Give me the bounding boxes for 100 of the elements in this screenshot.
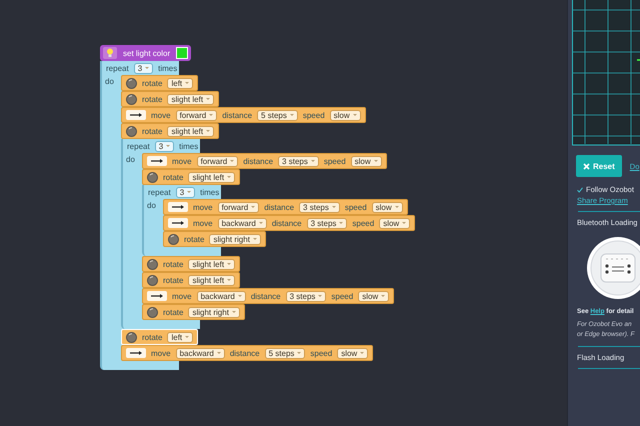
dropdown[interactable]: 5 steps [264, 348, 306, 358]
block-label: move [151, 348, 171, 358]
caret-icon [381, 295, 386, 297]
dropdown[interactable]: slight right [188, 306, 240, 318]
caret-icon [352, 114, 357, 116]
move-block[interactable]: move forward distance 3 steps speed slow [142, 153, 387, 169]
ball-icon [147, 274, 158, 286]
dropdown[interactable]: slow [330, 110, 361, 120]
dropdown[interactable]: 3 [154, 140, 174, 152]
rotate-block[interactable]: rotate left [121, 75, 198, 91]
block-label: speed [331, 292, 354, 300]
caret-icon [227, 176, 232, 178]
dropdown[interactable]: 3 steps [299, 202, 340, 212]
block-label: rotate [163, 276, 184, 284]
dropdown[interactable]: backward [196, 290, 246, 302]
caret-icon [185, 336, 190, 338]
dropdown[interactable]: 5 steps [257, 110, 298, 120]
block-label: rotate [142, 94, 162, 104]
dropdown[interactable]: slight left [188, 258, 236, 270]
dropdown[interactable]: forward [218, 202, 260, 212]
dropdown[interactable]: slight left [188, 172, 236, 182]
dropdown[interactable]: slow [372, 202, 403, 212]
repeat-block[interactable]: repeat 3 times do move forward distance 3 steps speed slow move backward distance 3 steps speed slow rotate slight right [142, 185, 416, 256]
robot-drawing [586, 236, 640, 300]
rotate-block[interactable]: rotate slight left [142, 256, 240, 272]
dropdown[interactable]: slight right [209, 234, 261, 244]
move-block[interactable]: move backward distance 3 steps speed slow [163, 215, 416, 231]
checkmark-icon[interactable] [577, 186, 583, 192]
rotate-block[interactable]: rotate left [121, 329, 198, 345]
block-label: move [151, 110, 171, 120]
dropdown[interactable]: 3 steps [306, 218, 348, 228]
ball-icon [147, 172, 158, 182]
rotate-block[interactable]: rotate slight left [121, 91, 220, 107]
move-block[interactable]: move backward distance 3 steps speed slow [142, 288, 394, 304]
rotate-block[interactable]: rotate slight left [142, 272, 240, 288]
block-label: set light color [123, 48, 170, 58]
block-label: speed [310, 348, 332, 358]
caret-icon [310, 160, 315, 162]
dropdown[interactable]: 3 [176, 186, 196, 198]
move-block[interactable]: move forward distance 5 steps speed slow [121, 107, 366, 123]
dropdown[interactable]: slight left [167, 126, 214, 136]
block-label: repeat [148, 188, 171, 196]
caret-icon [252, 238, 257, 240]
caret-icon [206, 130, 210, 132]
block-label: distance [264, 202, 294, 212]
ball-icon [126, 78, 137, 88]
dropdown[interactable]: slow [358, 290, 390, 302]
dropdown[interactable]: slight left [167, 94, 214, 104]
block-label: times [179, 142, 198, 150]
color-swatch[interactable] [176, 47, 188, 59]
block-label: repeat [127, 142, 150, 150]
caret-icon [238, 295, 242, 297]
dropdown[interactable]: 3 [134, 62, 154, 74]
set-light-color-block[interactable]: set light color [100, 45, 192, 61]
ball-icon [126, 332, 137, 342]
caret-icon [209, 114, 214, 116]
ball-icon [147, 258, 158, 270]
caret-icon [394, 206, 399, 208]
caret-icon [339, 222, 344, 224]
dropdown[interactable]: slow [337, 348, 368, 358]
block-label: rotate [142, 332, 162, 342]
block-label: repeat [106, 64, 129, 72]
block-label: rotate [163, 308, 184, 316]
block-label: do [126, 155, 135, 164]
block-label: do [147, 201, 156, 210]
block-label: speed [344, 202, 367, 212]
block-label: speed [352, 218, 374, 228]
dropdown[interactable]: left [167, 332, 194, 342]
block-label: times [200, 188, 220, 196]
ball-icon [126, 94, 137, 104]
dropdown[interactable]: slight left [188, 274, 236, 286]
dropdown[interactable]: forward [176, 110, 218, 120]
dropdown[interactable]: slow [350, 156, 382, 166]
caret-icon [374, 160, 378, 162]
dropdown[interactable]: slow [379, 218, 410, 228]
dropdown[interactable]: backward [218, 218, 267, 228]
caret-icon [258, 222, 263, 224]
caret-icon [216, 352, 221, 354]
dropdown[interactable]: 3 steps [286, 290, 326, 302]
block-label: rotate [163, 172, 184, 182]
lightbulb-icon [103, 47, 117, 59]
block-label: do [105, 77, 114, 86]
close-icon [583, 162, 590, 170]
rotate-block[interactable]: rotate slight left [142, 169, 240, 185]
block-label: move [172, 292, 192, 300]
caret-icon [402, 222, 406, 224]
caret-icon [232, 311, 236, 313]
dropdown[interactable]: left [167, 78, 194, 88]
dropdown[interactable]: 3 steps [278, 156, 319, 166]
caret-icon [251, 206, 256, 208]
rotate-block[interactable]: rotate slight right [163, 231, 266, 247]
caret-icon [206, 98, 210, 100]
caret-icon [318, 295, 322, 297]
block-label: distance [243, 156, 274, 166]
dropdown[interactable]: backward [176, 348, 225, 358]
move-block[interactable]: move forward distance 3 steps speed slow [163, 199, 408, 215]
rotate-block[interactable]: rotate slight right [142, 304, 245, 320]
move-block[interactable]: move backward distance 5 steps speed slow [121, 345, 374, 361]
dropdown[interactable]: forward [196, 156, 238, 166]
rotate-block[interactable]: rotate slight left [121, 123, 220, 139]
